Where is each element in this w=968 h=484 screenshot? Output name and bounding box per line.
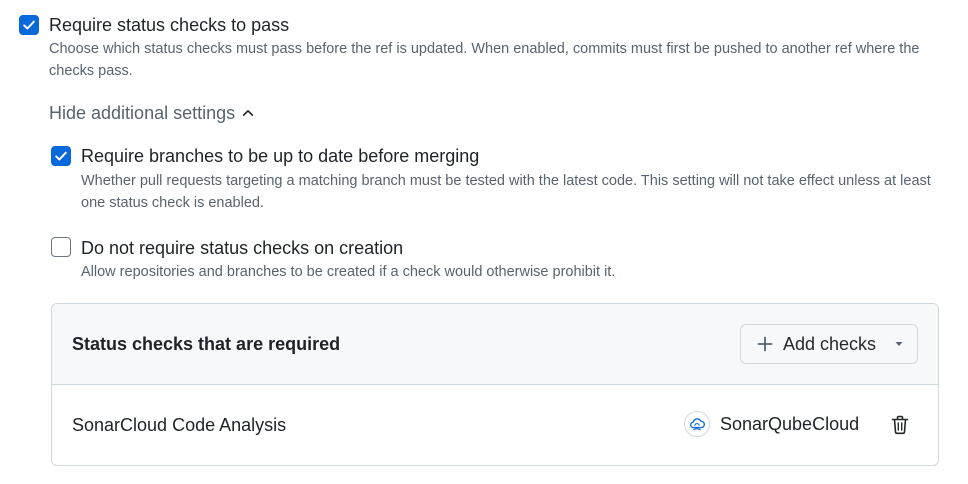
- add-checks-button[interactable]: Add checks: [740, 324, 918, 364]
- hide-additional-settings-toggle[interactable]: Hide additional settings: [49, 101, 255, 125]
- sonarqubecloud-logo-icon: [684, 411, 710, 437]
- up-to-date-label[interactable]: Require branches to be up to date before…: [81, 144, 479, 168]
- status-check-app: SonarQubeCloud: [684, 411, 859, 437]
- up-to-date-checkbox[interactable]: [51, 146, 71, 166]
- status-checks-panel-header: Status checks that are required Add chec…: [52, 304, 938, 385]
- status-check-app-name: SonarQubeCloud: [720, 413, 860, 434]
- checkmark-icon: [55, 151, 67, 161]
- checkmark-icon: [23, 20, 35, 30]
- remove-check-button[interactable]: [888, 412, 912, 438]
- add-checks-label: Add checks: [783, 333, 877, 354]
- require-status-checks-checkbox[interactable]: [19, 15, 39, 35]
- on-creation-label[interactable]: Do not require status checks on creation: [81, 236, 403, 260]
- plus-icon: [757, 336, 773, 352]
- trash-icon: [891, 415, 909, 435]
- status-check-name: SonarCloud Code Analysis: [72, 415, 287, 435]
- status-checks-panel-title: Status checks that are required: [72, 334, 341, 354]
- require-status-checks-label[interactable]: Require status checks to pass: [49, 13, 289, 37]
- status-checks-panel: Status checks that are required Add chec…: [51, 303, 939, 466]
- on-creation-description: Allow repositories and branches to be cr…: [81, 264, 616, 280]
- up-to-date-description: Whether pull requests targeting a matchi…: [81, 173, 931, 211]
- require-status-checks-description: Choose which status checks must pass bef…: [49, 41, 920, 79]
- toggle-label: Hide additional settings: [49, 103, 236, 123]
- on-creation-checkbox[interactable]: [51, 237, 71, 257]
- chevron-up-icon: [242, 110, 254, 116]
- caret-down-icon: [895, 342, 903, 346]
